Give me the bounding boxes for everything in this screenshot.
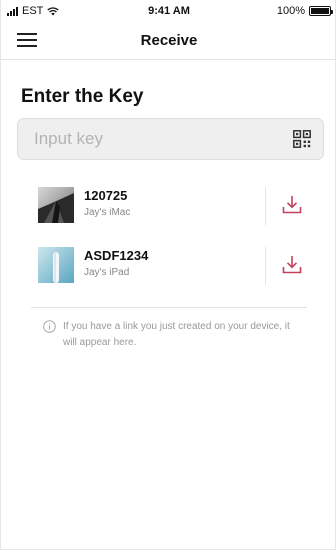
device-row[interactable]: 120725 Jay's iMac — [31, 176, 307, 236]
device-name: 120725 — [84, 188, 128, 203]
nav-bar: Receive — [1, 22, 336, 60]
device-thumbnail — [38, 187, 74, 223]
section-heading: Enter the Key — [21, 86, 144, 107]
info-icon — [43, 320, 56, 333]
device-thumbnail — [38, 247, 74, 283]
list-divider — [31, 307, 307, 308]
battery-icon — [309, 6, 333, 16]
device-name: ASDF1234 — [84, 248, 149, 263]
device-owner: Jay's iPad — [84, 267, 130, 278]
row-divider — [265, 247, 266, 285]
key-field[interactable] — [17, 118, 324, 160]
battery-percent: 100% — [276, 5, 305, 17]
qr-code-icon[interactable] — [293, 130, 311, 148]
info-text: If you have a link you just created on y… — [63, 321, 290, 348]
phone-screen: EST 9:41 AM 100% Receive Enter the Key I… — [0, 0, 336, 550]
page-title: Receive — [140, 32, 198, 49]
device-owner: Jay's iMac — [84, 207, 131, 218]
device-list: 120725 Jay's iMac ASDF1234 Jay's iPad — [31, 176, 307, 296]
status-bar: EST 9:41 AM 100% — [1, 0, 336, 22]
status-right: 100% — [276, 5, 333, 17]
key-input[interactable] — [34, 119, 284, 159]
download-icon[interactable] — [281, 254, 303, 276]
menu-icon[interactable] — [17, 32, 37, 48]
download-icon[interactable] — [281, 194, 303, 216]
row-divider — [265, 187, 266, 225]
battery-fill — [311, 8, 329, 14]
device-row[interactable]: ASDF1234 Jay's iPad — [31, 236, 307, 296]
